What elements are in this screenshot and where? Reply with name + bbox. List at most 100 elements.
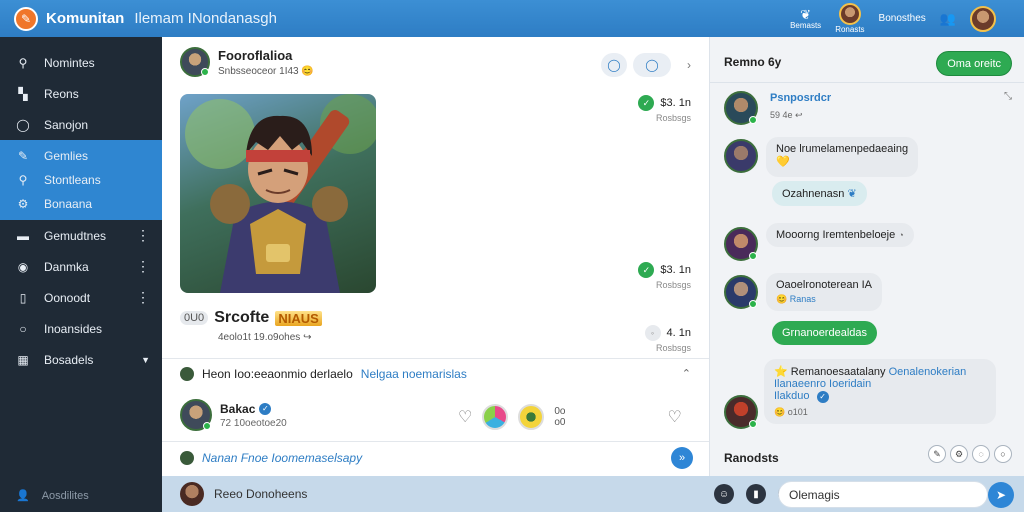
mini-avatar: [180, 367, 194, 381]
hero-avatar: [838, 3, 861, 25]
game-hero-image[interactable]: [180, 94, 376, 293]
reaction-medal-icon[interactable]: [518, 404, 545, 430]
chat-message-text: Ozahnenasn: [782, 188, 845, 200]
reaction-count-bottom: o0: [554, 417, 566, 428]
app-logo-icon[interactable]: ✎: [14, 6, 38, 31]
user-icon: 👤: [16, 490, 30, 502]
heart-outline-icon[interactable]: ♡: [667, 407, 681, 427]
stat-value: 4. 1n: [666, 327, 691, 339]
chat-bubble-5[interactable]: Grnanoerdealdas: [772, 321, 878, 345]
comment-section-header: Heon Ioo:eeaonmio derlaelo Nelgaa noemar…: [180, 367, 467, 381]
sidebar-item-1[interactable]: ▚ Reons: [0, 78, 162, 109]
stat-block-2: ✓ $3. 1n Rosbsgs: [611, 262, 691, 290]
game-title[interactable]: Srcofte: [214, 309, 269, 327]
more-icon[interactable]: ○: [994, 445, 1012, 463]
reply-icon[interactable]: ↩: [795, 110, 803, 120]
sidebar-item-9[interactable]: ○ Inoansides: [0, 313, 162, 344]
expand-button[interactable]: »: [671, 447, 693, 469]
game-tag: 0U0: [180, 311, 209, 325]
reaction-emoji-icon[interactable]: [482, 404, 509, 430]
send-button[interactable]: ➤: [988, 482, 1014, 508]
collapse-icon[interactable]: ⤡: [1004, 91, 1012, 102]
reply-link[interactable]: Nanan Fnoe Ioomemaselsapy: [202, 451, 362, 465]
post-panel: Fooroflalioa Snbsseoceor 1I43 😊 ◯ ◯ › ✓ …: [162, 37, 709, 476]
sidebar-item-label: Stontleans: [44, 173, 101, 187]
clock-icon: ◦: [644, 325, 661, 341]
folder-icon: ▬: [17, 228, 29, 243]
chat-avatar[interactable]: [724, 275, 758, 309]
sidebar-footer[interactable]: 👤 Aosdilites: [16, 489, 89, 503]
sidebar-item-8[interactable]: ▯ Oonoodt ⋮: [0, 282, 162, 313]
sidebar-active-group: ✎ Gemlies ⚲ Stontleans ⚙ Bonaana: [0, 140, 162, 220]
reaction-count: 0o o0: [554, 406, 565, 428]
chat-avatar[interactable]: [724, 91, 758, 125]
sidebar-item-0[interactable]: ⚲ Nomintes: [0, 47, 162, 78]
user-avatar[interactable]: [970, 5, 996, 32]
mini-avatar: [180, 451, 194, 465]
gear-icon: ⚙: [17, 197, 29, 211]
more-icon[interactable]: ⋮: [136, 289, 150, 306]
sidebar-item-6[interactable]: ▬ Gemudtnes ⋮: [0, 220, 162, 251]
bookmark-icon: ▚: [18, 86, 28, 101]
pin-icon: ⚲: [18, 55, 28, 70]
comment-avatar[interactable]: [180, 399, 212, 431]
grid-icon: ▦: [17, 352, 29, 367]
game-badge: NIAUS: [275, 310, 322, 326]
share-button[interactable]: ◯: [633, 53, 671, 77]
emoji-icon: 😊: [776, 294, 788, 304]
game-meta-row: 4eolo1t 19.o9ohes ↪: [218, 332, 311, 343]
star-icon: ⭐: [774, 366, 788, 378]
heart-icon[interactable]: ♡: [458, 407, 472, 427]
sidebar-item-4[interactable]: ⚲ Stontleans: [0, 168, 162, 192]
friends-icon[interactable]: 👥: [940, 11, 956, 27]
share-icon[interactable]: ↪: [303, 332, 311, 343]
chat-message-link[interactable]: Oenalenokerian: [889, 366, 967, 378]
hero-shortcut-button[interactable]: Ronasts: [835, 3, 865, 34]
more-icon[interactable]: ⋮: [136, 258, 150, 275]
chat-icon[interactable]: ◌: [972, 445, 990, 463]
divider: [710, 82, 1024, 83]
comment: Bakac ✓ 72 10oeotoe20: [180, 399, 287, 431]
comment-section-link[interactable]: Nelgaa noemarislas: [361, 367, 467, 381]
notifications-button[interactable]: ❦ Bemasts: [790, 8, 821, 30]
chat-message-text: Mooorng Iremtenbeloeje: [776, 229, 896, 241]
sidebar-item-label: Gemudtnes: [44, 228, 107, 243]
sidebar-item-label: Danmka: [44, 259, 89, 274]
chat-avatar[interactable]: [724, 395, 758, 429]
more-icon[interactable]: ⋮: [136, 227, 150, 244]
chat-sender-name[interactable]: Psnposrdcr: [770, 92, 831, 104]
chat-action-button[interactable]: Oma oreitc: [936, 51, 1012, 76]
close-icon[interactable]: ›: [687, 58, 691, 72]
chat-avatar[interactable]: [724, 227, 758, 261]
comment-section-title: Heon Ioo:eeaonmio derlaelo: [202, 367, 353, 381]
bottom-avatar[interactable]: [180, 482, 204, 506]
emoji-icon[interactable]: ☺: [714, 484, 734, 504]
sidebar-item-games[interactable]: ✎ Gemlies: [0, 144, 162, 168]
stat-block-3: ◦ 4. 1n Rosbsgs: [611, 325, 691, 353]
app-title: Komunitan: [46, 10, 125, 27]
sidebar-item-label: Bonaana: [44, 197, 93, 211]
comment-author[interactable]: Bakac: [220, 402, 255, 416]
chevron-up-icon[interactable]: ⌃: [682, 367, 691, 380]
user-name[interactable]: Bonosthes: [879, 13, 926, 24]
post-author-avatar[interactable]: [180, 47, 210, 77]
sidebar-item-2[interactable]: ◯ Sanojon: [0, 109, 162, 140]
chevron-down-icon[interactable]: ▼: [141, 355, 150, 365]
divider: [162, 441, 709, 442]
chat-meta: o101: [787, 406, 808, 417]
chat-icon: ◯: [16, 117, 30, 132]
like-button[interactable]: ◯: [601, 53, 627, 77]
sidebar-item-label: Oonoodt: [44, 290, 91, 305]
edit-icon[interactable]: ✎: [928, 445, 946, 463]
chat-avatar[interactable]: [724, 139, 758, 173]
message-input[interactable]: [778, 481, 988, 508]
settings-icon[interactable]: ⚙: [950, 445, 968, 463]
chat-bubble-6: ⭐ Remanoesaatalany Oenalenokerian Ilanae…: [764, 359, 996, 424]
sidebar-item-10[interactable]: ▦ Bosadels ▼: [0, 344, 162, 375]
microphone-icon[interactable]: ▮: [746, 484, 766, 504]
stat-value: $3. 1n: [660, 264, 691, 276]
sidebar-item-7[interactable]: ◉ Danmka ⋮: [0, 251, 162, 282]
sidebar-item-5[interactable]: ⚙ Bonaana: [0, 192, 162, 216]
post-author[interactable]: Fooroflalioa: [218, 48, 314, 63]
pencil-icon: ✎: [17, 149, 29, 163]
